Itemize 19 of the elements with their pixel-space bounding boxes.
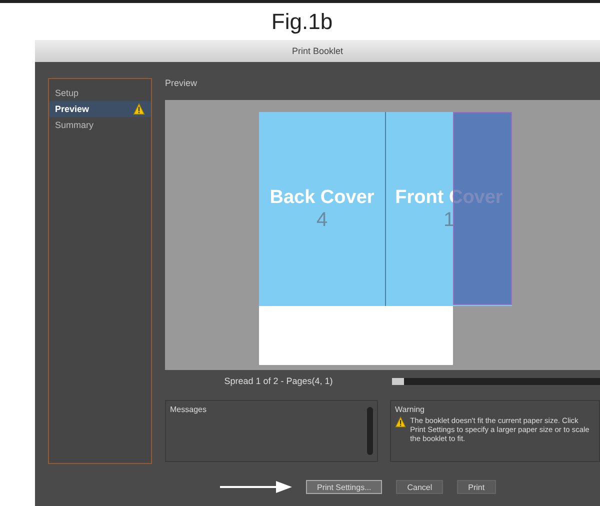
sidebar-item[interactable]: Preview [49,101,151,117]
dialog-button[interactable]: Cancel [396,480,444,494]
warning-icon [133,103,145,115]
scroll-bar[interactable] [392,378,600,384]
arrow-icon [220,480,292,494]
window-title: Print Booklet [35,40,600,62]
panel-label: Messages [170,405,208,414]
warning-icon [395,416,406,428]
figure-caption: Fig.1b [270,8,334,36]
sidebar-item[interactable]: Summary [49,117,151,133]
dialog-button[interactable]: Print Settings... [306,480,382,494]
section-title: Preview [165,78,198,90]
sidebar-item[interactable]: Setup [49,85,151,101]
page-number: 4 [316,208,328,232]
page-title: Back Cover [270,186,374,208]
spread-info: Spread 1 of 2 - Pages(4, 1) [223,376,334,386]
dialog-button[interactable]: Print [457,480,496,494]
panel-label: Warning [395,405,426,414]
page-number: 1 [443,208,455,232]
